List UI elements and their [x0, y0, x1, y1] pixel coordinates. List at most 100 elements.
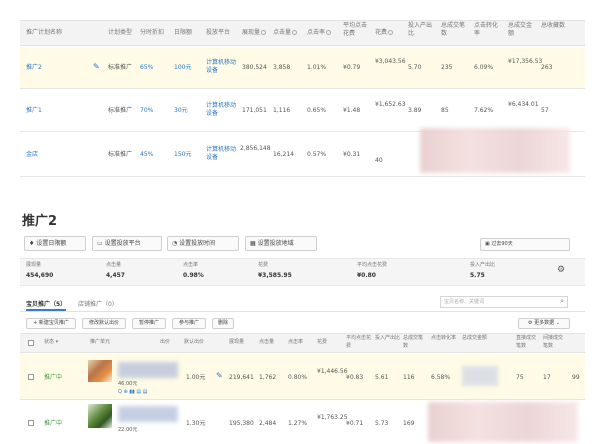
- col-cvr[interactable]: 点击转化率: [431, 334, 457, 342]
- col-cost[interactable]: 花费: [375, 28, 394, 37]
- col-cost[interactable]: 花费: [317, 338, 327, 347]
- help-icon: [326, 30, 332, 35]
- plan-cpc: ¥0.31: [343, 151, 361, 158]
- monitor-icon: ▭: [97, 240, 103, 247]
- row-checkbox[interactable]: [28, 420, 34, 426]
- select-all-checkbox[interactable]: [28, 340, 34, 346]
- col-cpc[interactable]: 平均点击花费: [343, 22, 371, 38]
- row-checkbox[interactable]: [28, 374, 34, 380]
- plan-row[interactable]: [20, 47, 585, 89]
- plan-orders: 85: [441, 107, 449, 114]
- col-cvr[interactable]: 点击转化率: [474, 22, 500, 38]
- col-status[interactable]: 状态 ▾: [44, 338, 58, 347]
- plan-name-link[interactable]: 推广2: [26, 63, 42, 72]
- col-gmv[interactable]: 总成交金额: [508, 22, 534, 38]
- col-indirect-orders[interactable]: 间接成交笔数: [543, 334, 567, 350]
- set-default-bid-button[interactable]: 修改默认出价: [82, 318, 126, 329]
- plan-cost: ¥3,043.56: [375, 58, 406, 65]
- plan-type: 标准推广: [108, 107, 133, 114]
- plan-platform[interactable]: 计算机移动设备: [206, 59, 236, 75]
- plan-ctr: 0.57%: [307, 151, 327, 158]
- plan-discount[interactable]: 70%: [140, 106, 153, 115]
- plan-name-link[interactable]: 金店: [26, 150, 38, 159]
- plan-ctr: 0.65%: [307, 107, 327, 114]
- plan-platform[interactable]: 计算机移动设备: [206, 102, 236, 118]
- plan-limit[interactable]: 100元: [174, 63, 191, 72]
- plan-impressions: 380,524: [242, 64, 267, 71]
- col-gmv[interactable]: 总成交金额: [462, 334, 488, 342]
- plan-discount[interactable]: 45%: [140, 150, 153, 159]
- pause-button[interactable]: 暂停推广: [132, 318, 166, 329]
- new-promo-button[interactable]: + 新建宝贝推广: [26, 318, 76, 329]
- plan-limit[interactable]: 150元: [174, 150, 191, 159]
- tab-baby-promo[interactable]: 宝贝推广（5）: [26, 300, 67, 311]
- stats-strip: [20, 258, 585, 286]
- search-icon[interactable]: ⌕: [560, 297, 564, 306]
- gear-icon: ⚙: [528, 320, 533, 326]
- col-limit[interactable]: 日限额: [174, 28, 192, 37]
- search-input[interactable]: 宝贝名称、关键词 ⌕: [440, 296, 568, 308]
- plus-icon: +: [33, 320, 38, 326]
- col-unit[interactable]: 推广单元: [90, 338, 110, 347]
- plan-cost: 40: [375, 157, 383, 164]
- plan-table-header: [20, 20, 585, 46]
- unit-bid[interactable]: 1.00元: [186, 373, 205, 382]
- edit-pencil-icon[interactable]: ✎: [93, 62, 100, 71]
- col-favs[interactable]: 总收藏数: [541, 22, 567, 30]
- clock-icon: ◔: [172, 240, 178, 247]
- tab-divider: [20, 311, 585, 312]
- col-cpc[interactable]: 平均点击花费: [346, 334, 372, 350]
- settings-gear-icon[interactable]: ⚙: [557, 266, 565, 275]
- plan-cost: ¥1,652.63: [375, 101, 406, 108]
- product-price: 22.00元: [118, 427, 138, 433]
- col-impressions[interactable]: 展现量: [229, 338, 244, 347]
- col-default-bid[interactable]: 默认出价: [184, 338, 204, 347]
- plan-discount[interactable]: 65%: [140, 63, 153, 72]
- col-platform[interactable]: 投放平台: [206, 28, 230, 37]
- unit-orders: 169: [403, 420, 415, 427]
- plan-row[interactable]: [20, 89, 585, 132]
- col-price[interactable]: 出价: [160, 338, 170, 347]
- col-roi[interactable]: 投入产出比: [408, 22, 434, 38]
- col-clicks[interactable]: 点击量: [273, 28, 298, 37]
- unit-roi: 5.61: [375, 374, 389, 381]
- set-platform-button[interactable]: ▭ 设置投放平台: [92, 236, 162, 251]
- more-data-button[interactable]: ⚙ 更多数据 ⌄: [518, 318, 570, 329]
- stat-label: 平均点击花费: [357, 262, 388, 268]
- status-badge: 推广中: [44, 374, 63, 381]
- col-impressions[interactable]: 展现量: [242, 28, 267, 37]
- plan-orders: 235: [441, 64, 453, 71]
- set-time-button[interactable]: ◔ 设置投放时间: [167, 236, 239, 251]
- plan-cpc: ¥0.79: [343, 64, 361, 71]
- product-thumbnail[interactable]: [88, 360, 112, 382]
- plan-name-link[interactable]: 推广1: [26, 106, 42, 115]
- resume-button[interactable]: 参与推广: [172, 318, 206, 329]
- plan-limit[interactable]: 30元: [174, 106, 188, 115]
- col-orders[interactable]: 总成交笔数: [441, 22, 465, 38]
- col-clicks[interactable]: 点击量: [259, 338, 274, 347]
- plan-gmv: ¥17,356.53: [508, 58, 543, 65]
- col-ctr[interactable]: 点击率: [288, 338, 303, 347]
- unit-direct-orders: 75: [516, 374, 524, 381]
- col-direct-orders[interactable]: 直接成交笔数: [516, 334, 538, 350]
- delete-button[interactable]: 删除: [212, 318, 234, 329]
- map-icon: ▦: [250, 240, 256, 247]
- col-plan-name[interactable]: 推广计划名称: [26, 28, 62, 37]
- set-daily-limit-button[interactable]: ♦ 设置日限额: [24, 236, 86, 251]
- plan-platform[interactable]: 计算机移动设备: [206, 146, 236, 162]
- col-discount[interactable]: 分时折扣: [140, 28, 164, 37]
- date-range-select[interactable]: ▣ 过去90天: [480, 238, 570, 251]
- unit-cpc: ¥0.83: [346, 374, 364, 381]
- tab-shop-promo[interactable]: 店铺推广（0）: [78, 300, 118, 309]
- col-roi[interactable]: 投入产出比: [375, 334, 401, 342]
- help-icon: [292, 30, 298, 35]
- product-thumbnail[interactable]: [88, 404, 112, 428]
- unit-bid[interactable]: 1.30元: [186, 419, 205, 428]
- edit-pencil-icon[interactable]: ✎: [216, 371, 223, 380]
- unit-cpc: ¥0.71: [346, 420, 364, 427]
- set-region-button[interactable]: ▦ 设置投放地域: [245, 236, 317, 251]
- unit-tool-icons[interactable]: Q ⊕ ▮▮ ▤ ▤: [118, 388, 147, 397]
- col-orders[interactable]: 总成交笔数: [403, 334, 427, 350]
- col-ctr[interactable]: 点击率: [307, 28, 332, 37]
- col-plan-type[interactable]: 计划类型: [108, 28, 132, 37]
